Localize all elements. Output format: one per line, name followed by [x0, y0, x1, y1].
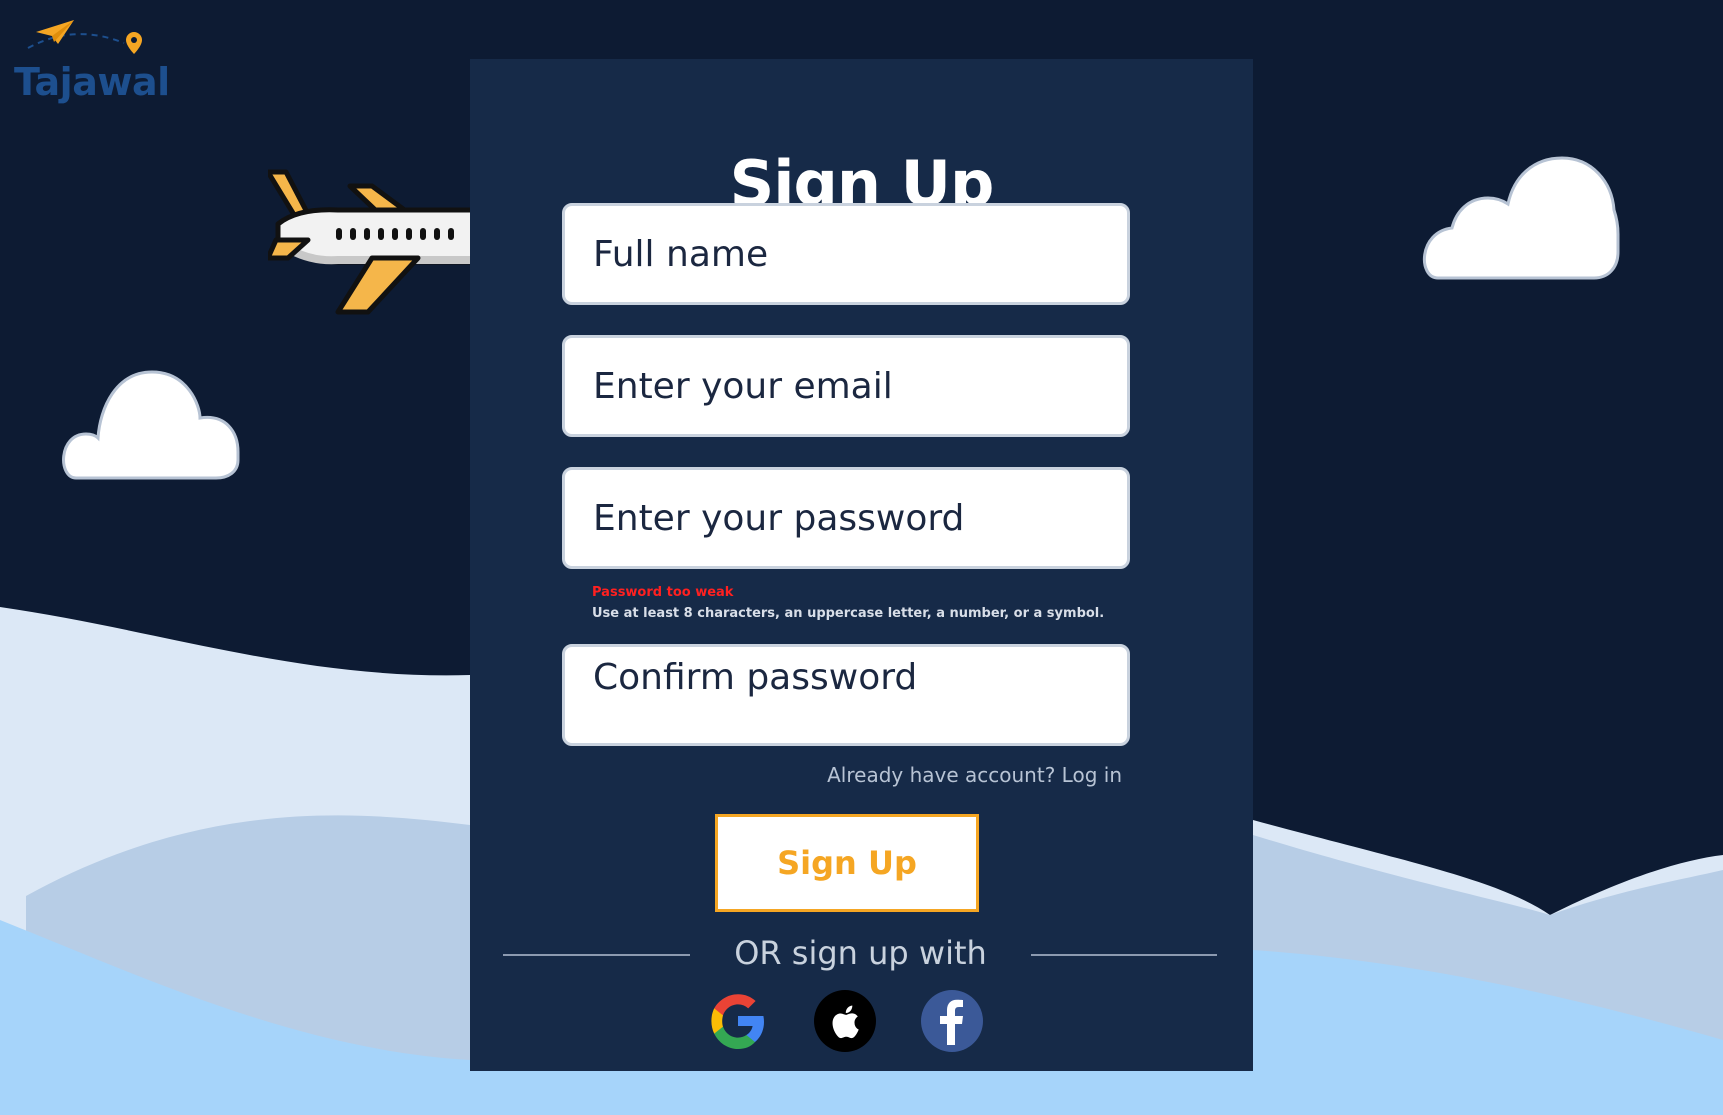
login-link[interactable]: Already have account? Log in: [750, 763, 1122, 787]
cloud-icon: [62, 370, 240, 480]
password-input[interactable]: [565, 470, 1127, 566]
full-name-input[interactable]: [565, 206, 1127, 302]
sign-up-button[interactable]: Sign Up: [715, 814, 979, 912]
apple-signup-button[interactable]: [813, 989, 877, 1053]
apple-icon: [814, 990, 876, 1052]
password-error: Password too weak: [592, 585, 734, 600]
facebook-signup-button[interactable]: [920, 989, 984, 1053]
google-icon: [711, 994, 764, 1049]
cloud-icon: [1422, 156, 1620, 280]
password-field[interactable]: [562, 467, 1130, 569]
confirm-password-input[interactable]: [565, 647, 1127, 743]
full-name-field[interactable]: [562, 203, 1130, 305]
brand-logo[interactable]: Tajawal: [14, 18, 170, 108]
password-hint: Use at least 8 characters, an uppercase …: [592, 606, 1105, 621]
brand-name: Tajawal: [14, 60, 170, 104]
google-signup-button[interactable]: [706, 989, 770, 1053]
email-input[interactable]: [565, 338, 1127, 434]
email-field[interactable]: [562, 335, 1130, 437]
divider-left: [503, 954, 690, 956]
airplane-illustration: [268, 169, 478, 315]
divider-right: [1031, 954, 1217, 956]
social-divider-text: OR sign up with: [734, 934, 987, 972]
confirm-password-field[interactable]: [562, 644, 1130, 746]
facebook-icon: [921, 990, 983, 1052]
